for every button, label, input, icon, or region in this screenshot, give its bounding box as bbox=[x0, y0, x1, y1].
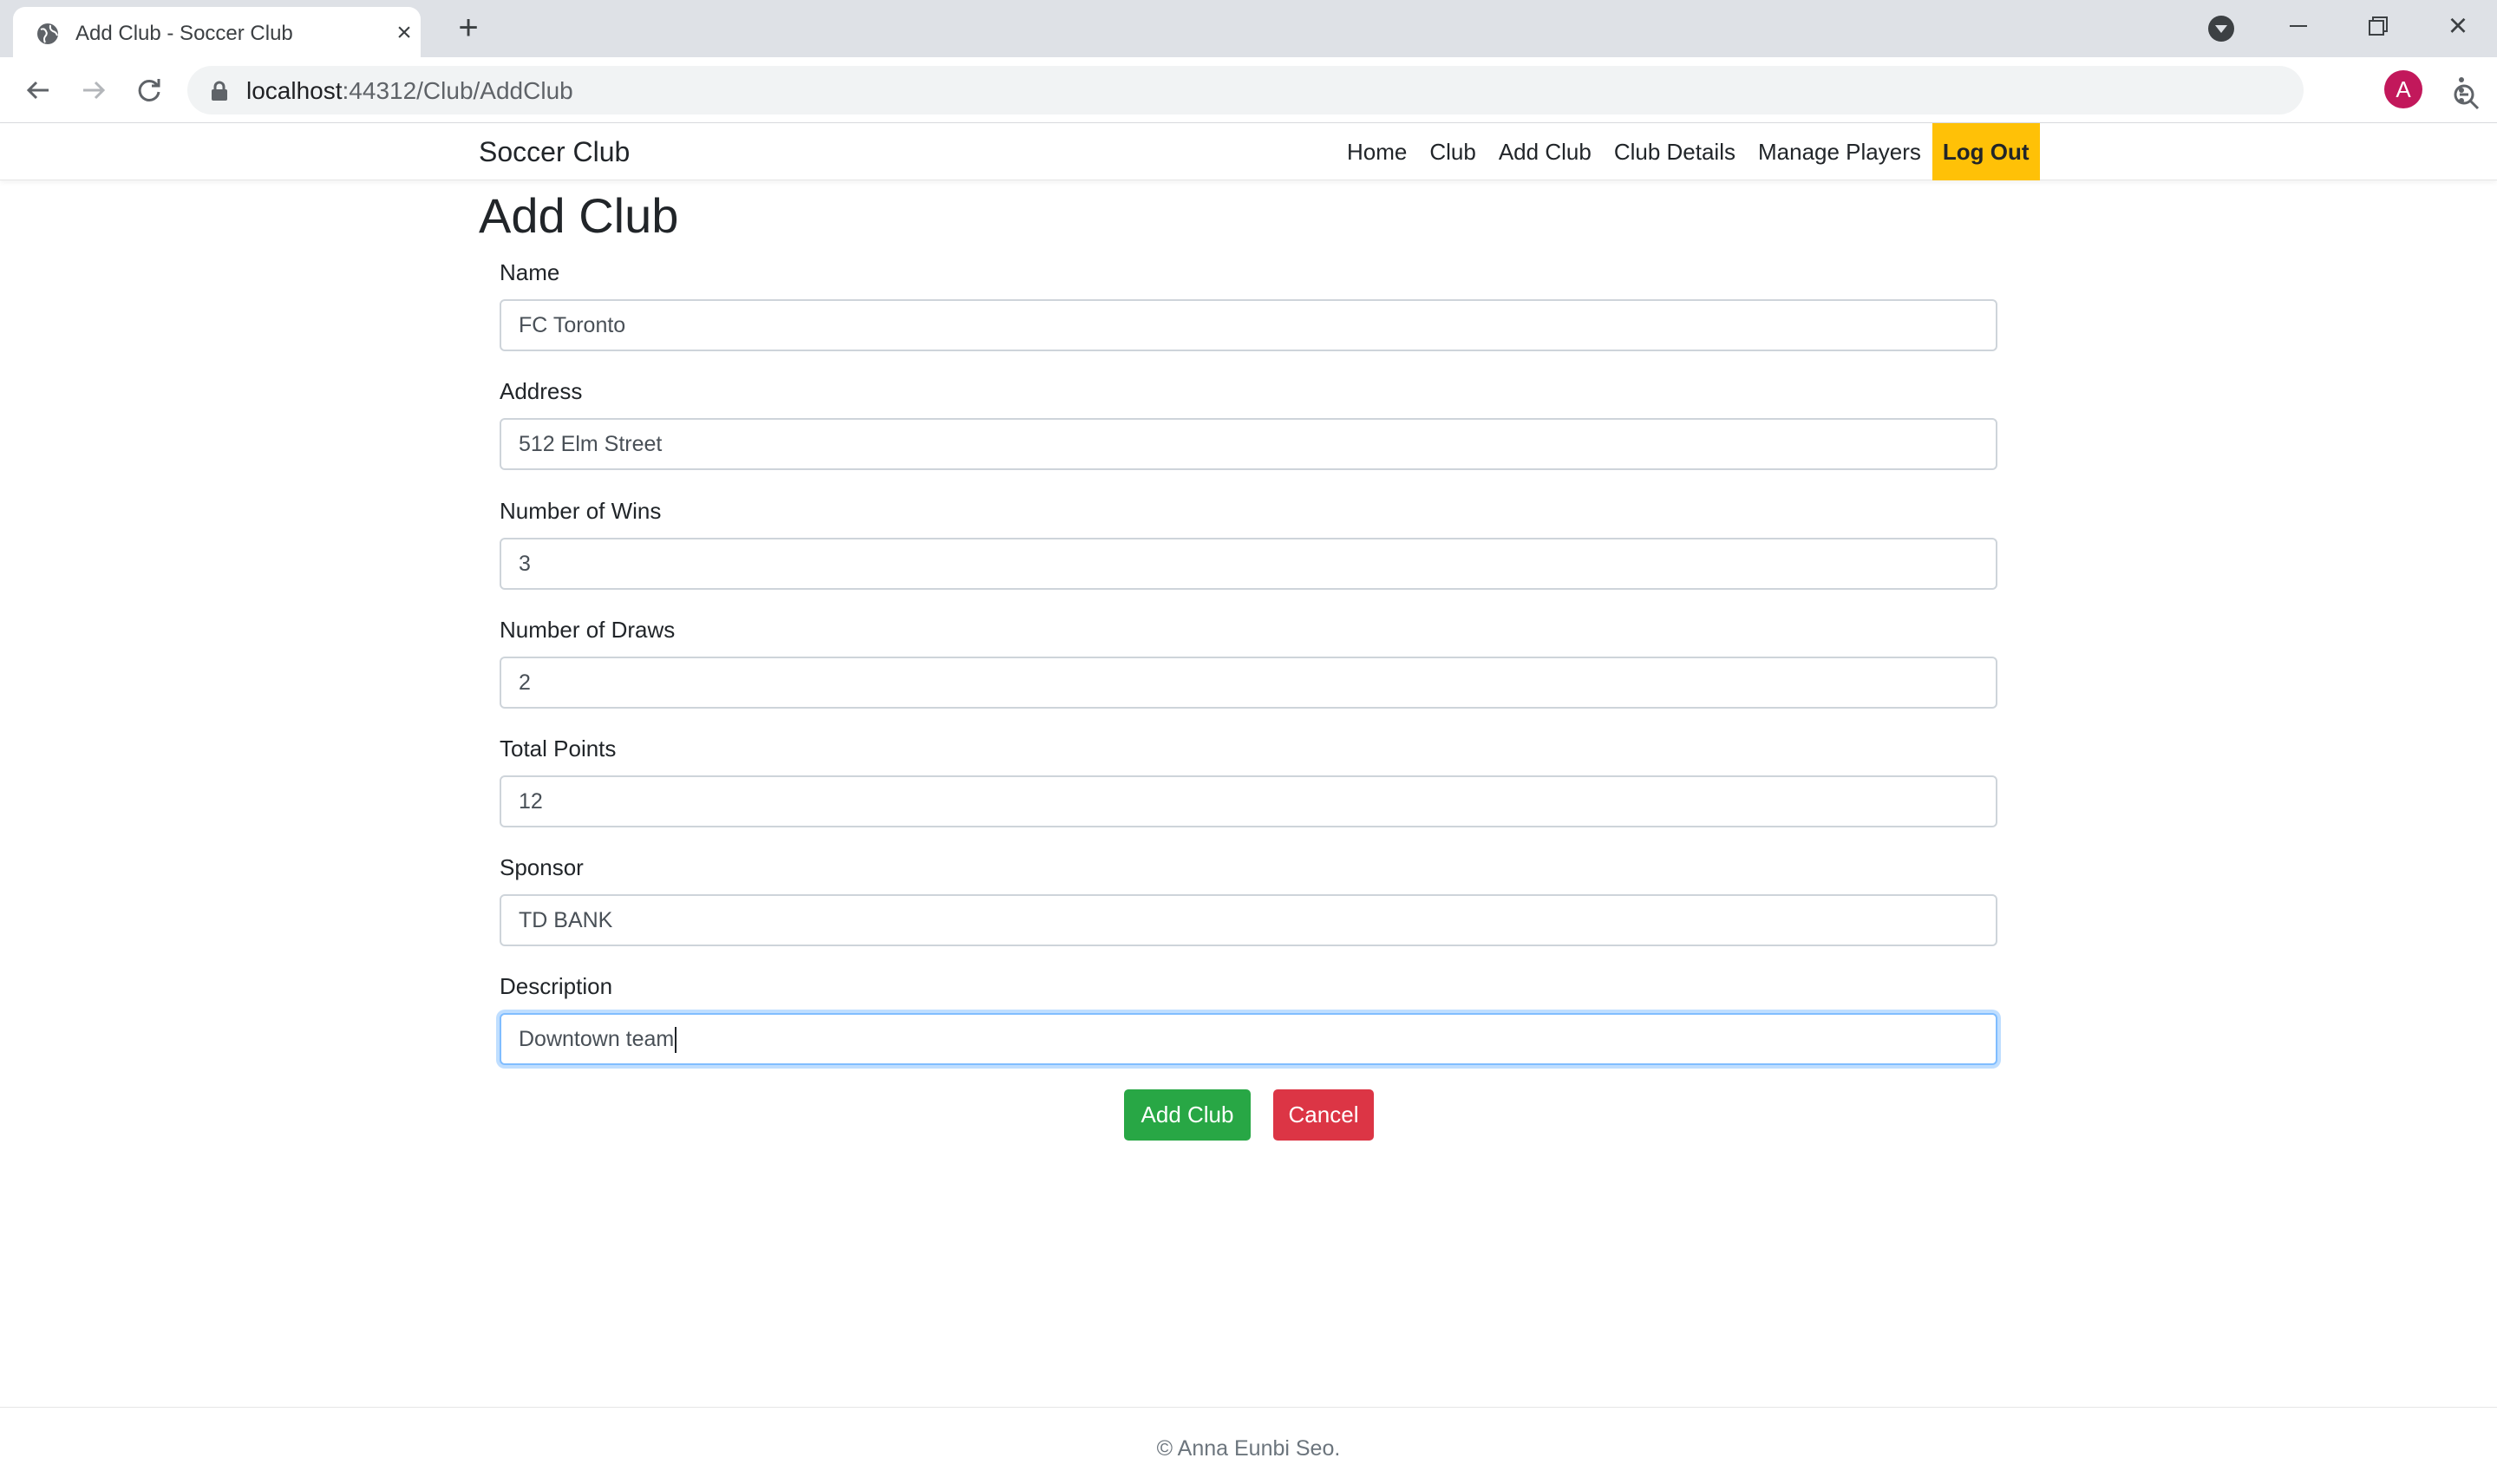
wins-label: Number of Wins bbox=[500, 498, 662, 524]
total-points-input[interactable]: 12 bbox=[500, 775, 1997, 827]
minimize-icon[interactable] bbox=[2281, 13, 2316, 39]
description-input[interactable]: Downtown team bbox=[500, 1013, 1997, 1065]
description-value: Downtown team bbox=[519, 1027, 675, 1051]
draws-label: Number of Draws bbox=[500, 617, 676, 643]
browser-toolbar: localhost:44312/Club/AddClub A bbox=[0, 57, 2497, 123]
tab-close-icon[interactable]: × bbox=[391, 20, 417, 46]
draws-input[interactable]: 2 bbox=[500, 657, 1997, 709]
kebab-menu-icon[interactable] bbox=[2446, 73, 2477, 108]
sponsor-label: Sponsor bbox=[500, 854, 584, 880]
globe-icon bbox=[37, 23, 58, 44]
nav-links: Home Club Add Club Club Details Manage P… bbox=[1336, 123, 2040, 180]
window-close-icon[interactable]: × bbox=[2442, 10, 2474, 42]
site-brand[interactable]: Soccer Club bbox=[479, 136, 630, 168]
forward-arrow-icon[interactable] bbox=[78, 75, 109, 106]
browser-tab-strip: Add Club - Soccer Club × + × bbox=[0, 0, 2497, 57]
tab-title: Add Club - Soccer Club bbox=[75, 22, 293, 45]
wins-input[interactable]: 3 bbox=[500, 538, 1997, 590]
nav-add-club[interactable]: Add Club bbox=[1487, 123, 1603, 180]
nav-club-details[interactable]: Club Details bbox=[1603, 123, 1747, 180]
logout-button[interactable]: Log Out bbox=[1932, 123, 2040, 180]
page-title: Add Club bbox=[479, 188, 679, 243]
footer-copyright: © Anna Eunbi Seo. bbox=[1156, 1436, 1341, 1461]
nav-manage-players[interactable]: Manage Players bbox=[1747, 123, 1932, 180]
profile-avatar[interactable]: A bbox=[2384, 70, 2422, 108]
description-label: Description bbox=[500, 973, 613, 999]
add-club-button[interactable]: Add Club bbox=[1124, 1089, 1251, 1141]
lock-icon[interactable] bbox=[210, 81, 229, 101]
new-tab-icon[interactable]: + bbox=[453, 10, 484, 45]
site-navbar: Soccer Club Home Club Add Club Club Deta… bbox=[0, 123, 2497, 180]
nav-home[interactable]: Home bbox=[1336, 123, 1418, 180]
nav-club[interactable]: Club bbox=[1418, 123, 1487, 180]
address-input[interactable]: 512 Elm Street bbox=[500, 418, 1997, 470]
footer-divider bbox=[0, 1407, 2497, 1408]
address-bar[interactable]: localhost:44312/Club/AddClub bbox=[187, 66, 2480, 114]
name-label: Name bbox=[500, 259, 560, 285]
cancel-button[interactable]: Cancel bbox=[1273, 1089, 1374, 1141]
text-caret bbox=[675, 1027, 677, 1054]
browser-tab[interactable]: Add Club - Soccer Club × bbox=[13, 7, 421, 57]
back-arrow-icon[interactable] bbox=[23, 75, 54, 106]
reload-icon[interactable] bbox=[134, 75, 165, 106]
name-input[interactable]: FC Toronto bbox=[500, 299, 1997, 351]
total-points-label: Total Points bbox=[500, 735, 617, 762]
tab-search-icon[interactable] bbox=[2208, 16, 2234, 42]
sponsor-input[interactable]: TD BANK bbox=[500, 894, 1997, 946]
restore-icon[interactable] bbox=[2363, 12, 2394, 40]
address-label: Address bbox=[500, 378, 583, 404]
url-text[interactable]: localhost:44312/Club/AddClub bbox=[246, 77, 573, 105]
